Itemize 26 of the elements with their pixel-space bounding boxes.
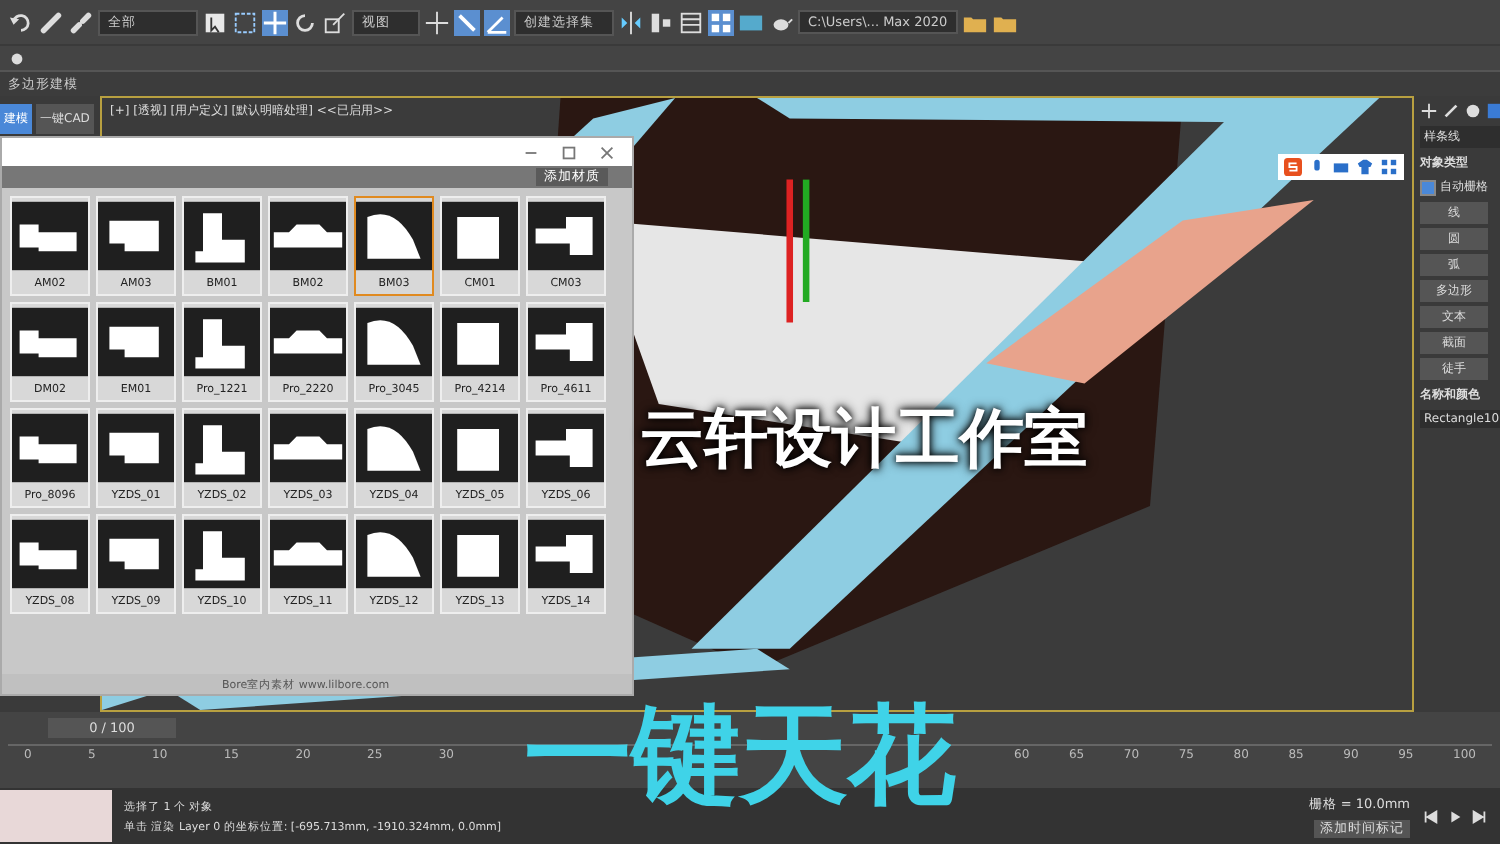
layer-icon[interactable] [678, 9, 704, 35]
material-editor-icon[interactable] [708, 9, 734, 35]
scale-icon[interactable] [322, 9, 348, 35]
select-region-icon[interactable] [232, 9, 258, 35]
sphere-icon[interactable] [1464, 102, 1482, 120]
undo-icon[interactable] [8, 9, 34, 35]
next-frame-icon[interactable] [1470, 807, 1488, 825]
listener-panel [0, 790, 112, 842]
play-icon[interactable] [1446, 807, 1464, 825]
autogrid-checkbox[interactable] [1420, 179, 1436, 195]
select-icon[interactable] [202, 9, 228, 35]
plus-icon[interactable] [1420, 102, 1438, 120]
align-icon[interactable] [648, 9, 674, 35]
rotate-icon[interactable] [292, 9, 318, 35]
maximize-icon[interactable] [560, 143, 578, 161]
angle-snap-icon[interactable] [484, 9, 510, 35]
input-method-logo-icon[interactable] [1284, 158, 1302, 176]
grid-icon[interactable] [1380, 158, 1398, 176]
move-icon[interactable] [262, 9, 288, 35]
microphone-icon[interactable] [1308, 158, 1326, 176]
shirt-icon[interactable] [1356, 158, 1374, 176]
mirror-icon[interactable] [618, 9, 644, 35]
keyboard-icon[interactable] [1332, 158, 1350, 176]
previous-frame-icon[interactable] [1422, 807, 1440, 825]
pen-icon[interactable] [1442, 102, 1460, 120]
close-icon[interactable] [598, 143, 616, 161]
